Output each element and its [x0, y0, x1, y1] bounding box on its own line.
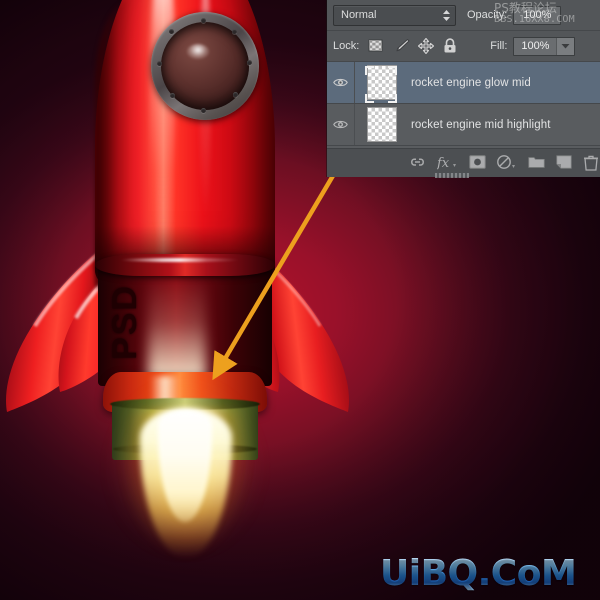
porthole-rivet — [157, 61, 162, 66]
lock-label: Lock: — [333, 40, 360, 52]
blend-mode-select[interactable]: Normal — [333, 4, 456, 26]
blend-mode-value: Normal — [341, 9, 377, 21]
watermark-bottom: UiBQ.CoM — [380, 553, 592, 594]
layer-thumbnail-wrapper[interactable] — [355, 107, 408, 142]
delete-layer-icon[interactable] — [584, 155, 600, 171]
layer-name: rocket engine glow mid — [411, 76, 531, 89]
rocket-body-band-highlight — [120, 258, 240, 262]
layer-visibility-toggle[interactable] — [327, 104, 355, 145]
lock-transparent-pixels-icon[interactable] — [368, 38, 385, 54]
link-layers-icon[interactable] — [409, 155, 425, 171]
layers-panel: Normal Opacity: 100% Lock: Fill: 100% ro… — [327, 0, 600, 178]
rocket-porthole-glass-highlight — [187, 44, 209, 59]
fill-value: 100% — [514, 37, 557, 55]
fill-label: Fill: — [490, 40, 508, 52]
porthole-rivet — [201, 18, 206, 23]
layer-thumbnail-selection-frame — [365, 66, 397, 103]
porthole-rivet — [233, 92, 238, 97]
layer-row-rocket-engine-mid-highlight[interactable]: rocket engine mid highlight — [327, 104, 600, 146]
chevron-updown-icon — [442, 9, 451, 22]
lock-image-pixels-icon[interactable] — [393, 38, 410, 54]
porthole-rivet — [169, 29, 174, 34]
svg-text:fx: fx — [437, 156, 450, 170]
new-adjustment-layer-icon[interactable] — [497, 155, 516, 171]
layer-row-rocket-engine-glow-mid[interactable]: rocket engine glow mid — [327, 62, 600, 104]
panel-resize-grip[interactable] — [435, 173, 469, 178]
opacity-input[interactable]: 100% — [513, 5, 562, 25]
layer-name: rocket engine mid highlight — [411, 118, 551, 131]
layers-panel-lock-row: Lock: Fill: 100% — [327, 31, 600, 62]
fill-input[interactable]: 100% — [513, 36, 576, 56]
opacity-value: 100% — [523, 9, 552, 21]
fill-dropdown-chevron-icon[interactable] — [556, 37, 575, 55]
porthole-rivet — [247, 60, 252, 65]
layer-visibility-toggle[interactable] — [327, 62, 355, 103]
porthole-rivet — [232, 29, 237, 34]
new-layer-icon[interactable] — [556, 155, 572, 171]
new-group-icon[interactable] — [528, 155, 545, 171]
porthole-rivet — [170, 93, 175, 98]
rocket-decal-text: PSD — [106, 284, 144, 360]
layer-thumbnail-wrapper[interactable] — [355, 65, 408, 103]
layer-thumbnail[interactable] — [366, 107, 397, 142]
add-layer-mask-icon[interactable] — [469, 155, 486, 171]
lock-all-icon[interactable] — [443, 38, 460, 54]
layers-panel-options-row: Normal Opacity: 100% — [327, 0, 600, 31]
rocket-mid-section: PSD — [98, 266, 272, 386]
screenshot-canvas: PSD Normal Opacity: 100% Lock: Fill: 100… — [0, 0, 600, 600]
rocket-engine-glow-mid — [148, 276, 206, 386]
layers-panel-footer: fx — [327, 148, 600, 178]
porthole-rivet — [201, 108, 206, 113]
layer-style-fx-icon[interactable]: fx — [436, 155, 457, 171]
eye-icon — [333, 78, 348, 87]
opacity-label: Opacity: — [467, 9, 508, 21]
rocket-porthole — [151, 12, 259, 120]
rocket-artwork: PSD — [0, 0, 349, 600]
eye-icon — [333, 120, 348, 129]
lock-position-icon[interactable] — [418, 37, 435, 55]
